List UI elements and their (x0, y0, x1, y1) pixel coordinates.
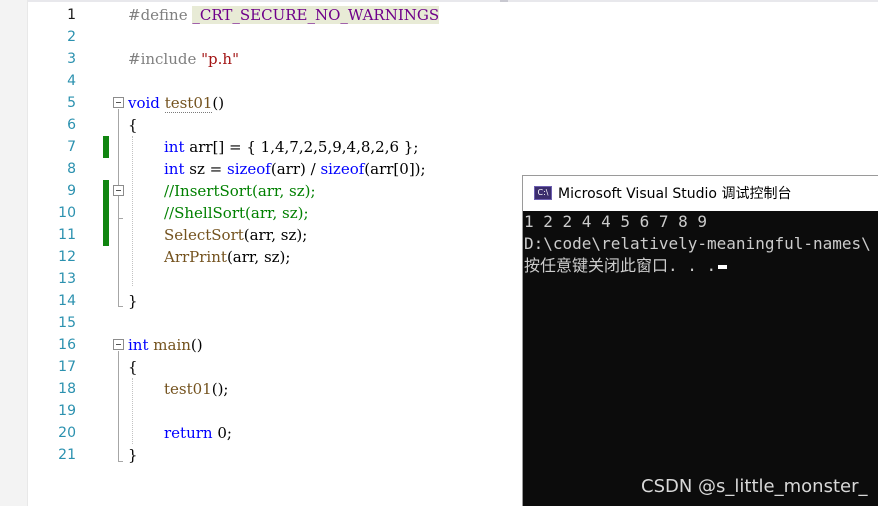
line-number: 12 (58, 249, 76, 265)
line-number: 17 (58, 359, 76, 375)
token-punct: { (128, 116, 138, 134)
token-text: (arr[0]); (364, 160, 426, 178)
token-function: SelectSort (164, 226, 244, 244)
token-punct: () (212, 94, 225, 112)
line-number: 19 (58, 403, 76, 419)
line-number: 7 (67, 139, 76, 155)
indent-guide (132, 378, 133, 444)
change-indicator (103, 180, 109, 246)
line-number: 14 (58, 293, 76, 309)
collapse-toggle[interactable] (113, 339, 124, 350)
line-number: 2 (67, 29, 76, 45)
code-line-6[interactable]: { (128, 114, 138, 136)
token-punct: { (128, 358, 138, 376)
change-indicator (103, 136, 109, 158)
token-keyword: int (164, 138, 185, 156)
code-line-12[interactable]: ArrPrint(arr, sz); (164, 246, 290, 268)
token-string: "p.h" (201, 50, 239, 68)
console-prompt-text: 按任意键关闭此窗口. . . (524, 256, 717, 275)
token-text: (arr, sz); (243, 226, 308, 244)
text-cursor (718, 264, 728, 269)
line-number: 4 (67, 73, 76, 89)
console-output-line: 按任意键关闭此窗口. . . (524, 255, 728, 277)
token-text: (arr) / (270, 160, 321, 178)
editor-top-border (0, 0, 878, 2)
token-keyword: void (128, 94, 160, 112)
code-line-14[interactable]: } (128, 290, 138, 312)
token-text: (arr, sz); (226, 248, 291, 266)
token-text: arr[] = { 1,4,7,2,5,9,4,8,2,6 }; (189, 138, 419, 156)
fold-region-line (118, 109, 119, 306)
code-line-20[interactable]: return 0; (164, 422, 232, 444)
token-text: (); (211, 380, 229, 398)
fold-region-end (118, 218, 123, 219)
token-keyword: int (164, 160, 185, 178)
console-title: Microsoft Visual Studio 调试控制台 (558, 186, 792, 202)
code-line-18[interactable]: test01(); (164, 378, 228, 400)
line-number: 3 (67, 51, 76, 67)
fold-region-end (118, 306, 123, 307)
fold-region-line (118, 351, 119, 461)
token-punct: } (128, 446, 138, 464)
code-line-17[interactable]: { (128, 356, 138, 378)
token-function: main (153, 336, 191, 354)
fold-region-end (118, 461, 123, 462)
collapse-toggle[interactable] (113, 185, 124, 196)
line-number: 11 (58, 227, 76, 243)
line-number: 20 (58, 425, 76, 441)
scroll-marker (500, 0, 508, 2)
line-number: 15 (58, 315, 76, 331)
token-text: sz = (189, 160, 227, 178)
token-keyword: return (164, 424, 213, 442)
code-line-5[interactable]: void test01() (128, 92, 224, 114)
token-text: 0; (212, 424, 232, 442)
line-number: 16 (58, 337, 76, 353)
watermark: CSDN @s_little_monster_ (641, 476, 868, 497)
line-number: 6 (67, 117, 76, 133)
line-number: 9 (67, 183, 76, 199)
console-output-line: D:\code\relatively-meaningful-names\ (524, 234, 871, 253)
code-line-21[interactable]: } (128, 444, 138, 466)
token-function: test01 (164, 94, 213, 113)
token-preprocessor: #include (128, 50, 197, 68)
line-number: 1 (67, 7, 76, 23)
line-number: 21 (58, 447, 76, 463)
indent-guide (132, 136, 133, 286)
code-line-11[interactable]: SelectSort(arr, sz); (164, 224, 307, 246)
console-app-icon: C:\ (534, 186, 552, 200)
token-keyword: int (128, 336, 149, 354)
line-number: 8 (67, 161, 76, 177)
token-punct: () (190, 336, 203, 354)
code-line-16[interactable]: int main() (128, 334, 203, 356)
line-number: 18 (58, 381, 76, 397)
token-keyword: sizeof (320, 160, 365, 178)
console-title-bar[interactable]: C:\ Microsoft Visual Studio 调试控制台 (523, 176, 878, 211)
debug-console-window[interactable]: C:\ Microsoft Visual Studio 调试控制台 1 2 2 … (522, 175, 878, 506)
line-number: 13 (58, 271, 76, 287)
token-macro: _CRT_SECURE_NO_WARNINGS (192, 6, 440, 24)
token-function: test01 (164, 380, 212, 398)
code-line-1[interactable]: #define _CRT_SECURE_NO_WARNINGS (128, 4, 440, 26)
console-output-line: 1 2 2 4 4 5 6 7 8 9 (524, 212, 708, 231)
code-line-9[interactable]: //InsertSort(arr, sz); (164, 180, 316, 202)
token-function: ArrPrint (164, 248, 227, 266)
code-line-7[interactable]: int arr[] = { 1,4,7,2,5,9,4,8,2,6 }; (164, 136, 418, 158)
token-preprocessor: #define (128, 6, 188, 24)
code-line-8[interactable]: int sz = sizeof(arr) / sizeof(arr[0]); (164, 158, 426, 180)
line-number: 10 (58, 205, 76, 221)
code-line-10[interactable]: //ShellSort(arr, sz); (164, 202, 309, 224)
token-punct: } (128, 292, 138, 310)
collapse-toggle[interactable] (113, 97, 124, 108)
editor-left-margin (0, 0, 28, 506)
token-keyword: sizeof (227, 160, 271, 178)
code-line-3[interactable]: #include "p.h" (128, 48, 239, 70)
line-number: 5 (67, 95, 76, 111)
